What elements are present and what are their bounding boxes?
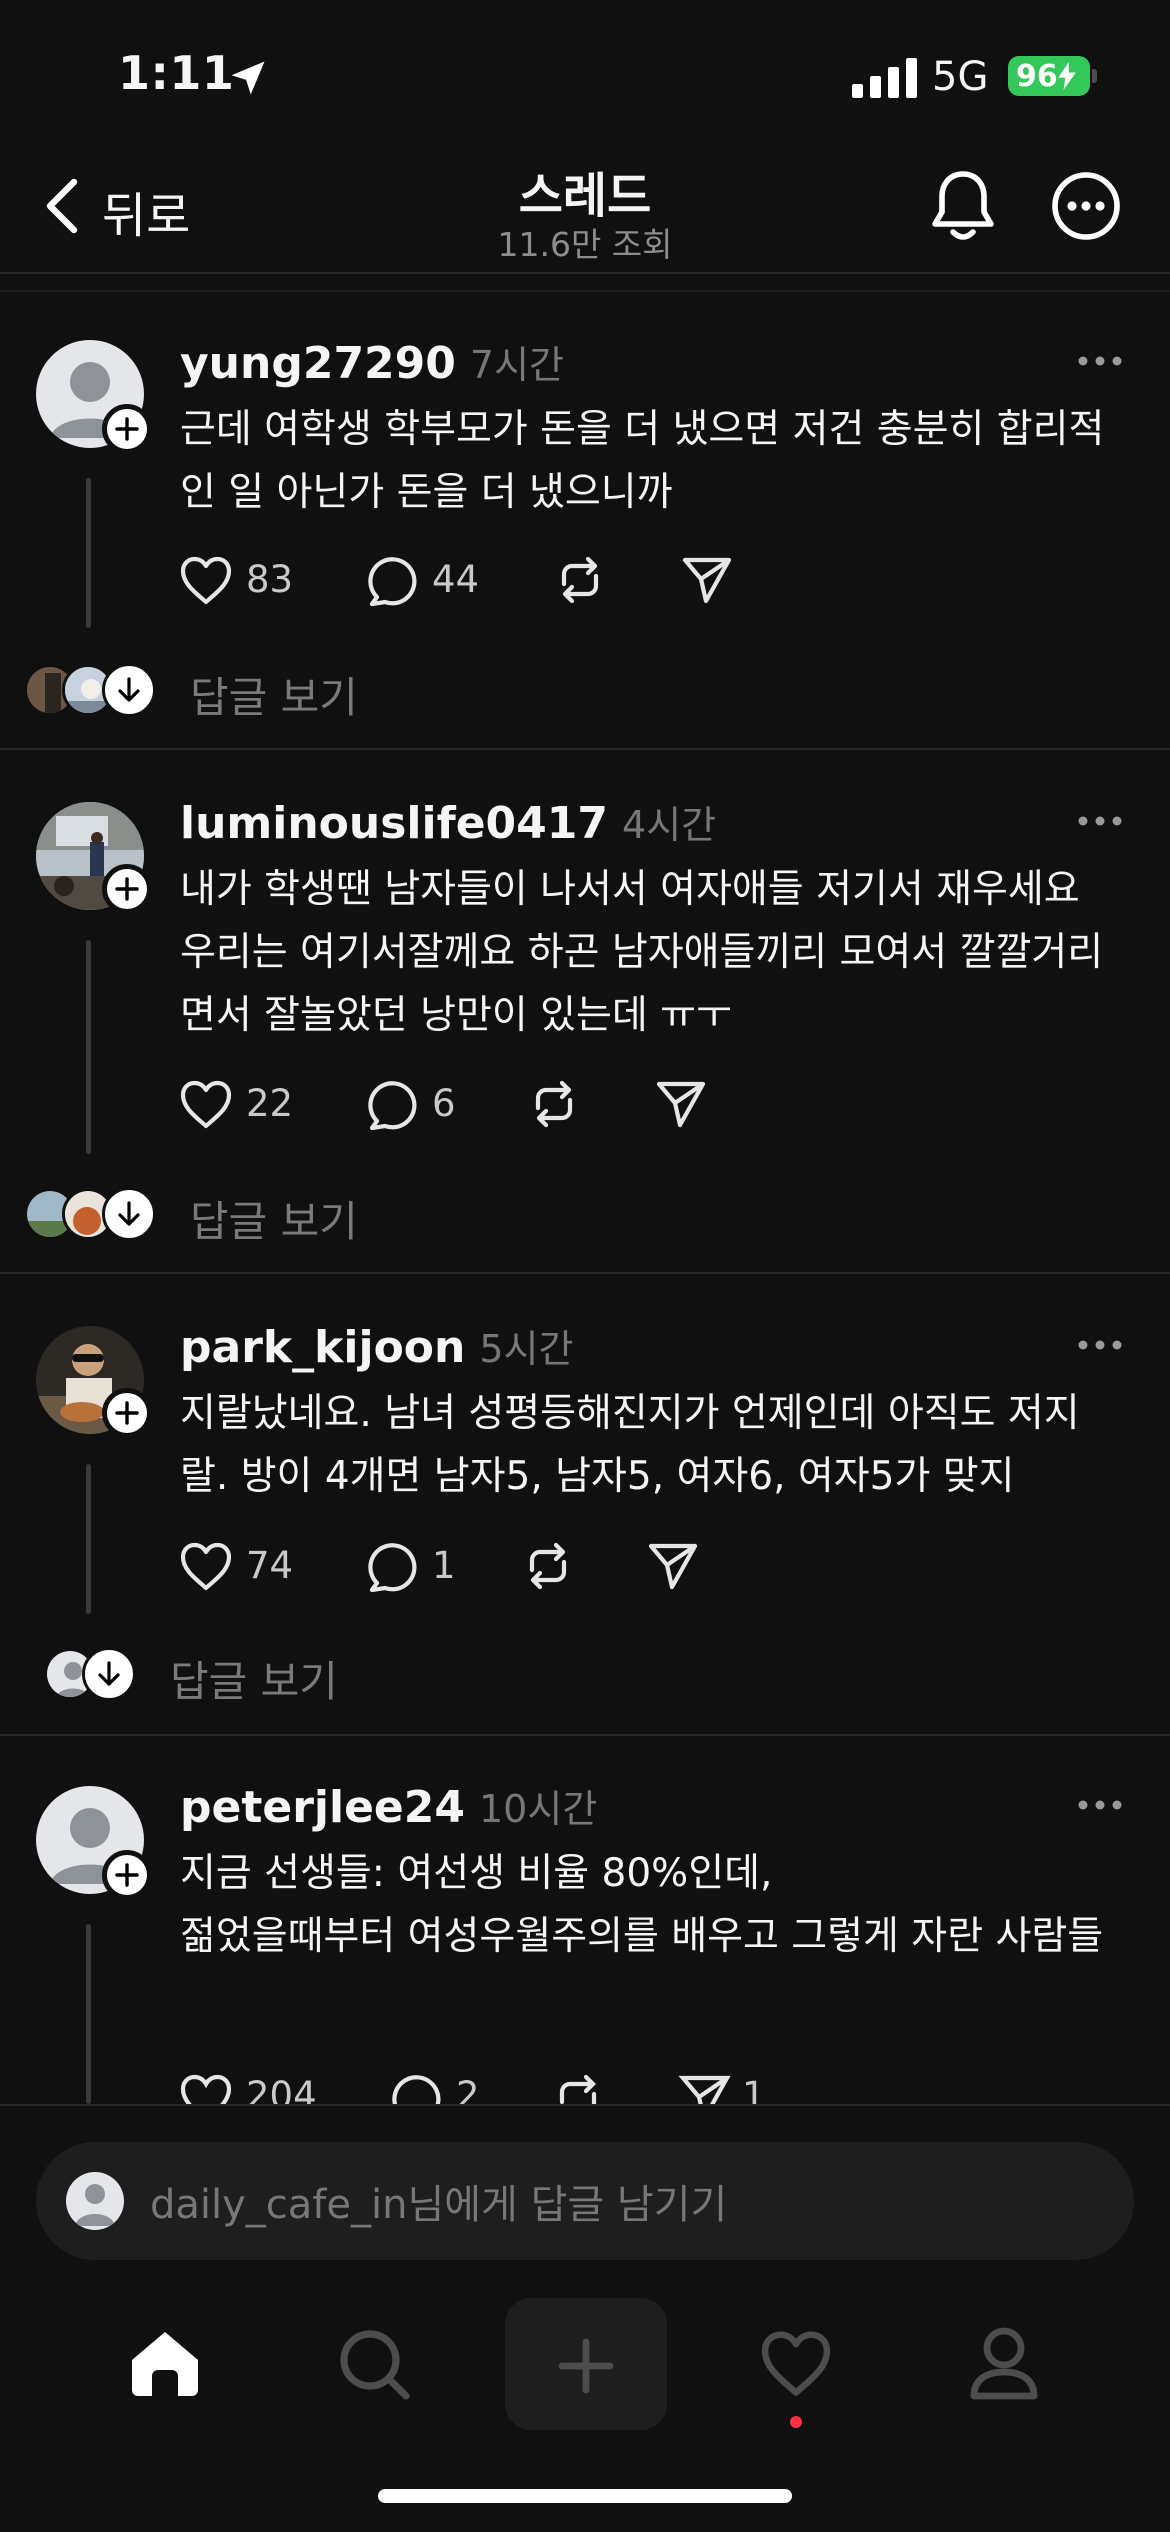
arrow-down-icon <box>118 677 140 702</box>
like-count: 204 <box>246 2074 317 2104</box>
post-text: 내가 학생땐 남자들이 나서서 여자애들 저기서 재우세요 우리는 여기서잘께요… <box>180 867 1104 1038</box>
follow-plus-button[interactable] <box>102 1388 152 1438</box>
activity-icon[interactable] <box>758 2328 834 2398</box>
arrow-down-icon <box>98 1661 120 1686</box>
repost-icon[interactable] <box>526 1076 582 1132</box>
comment-icon[interactable] <box>366 1540 420 1594</box>
thread-line <box>86 478 91 628</box>
reply-placeholder[interactable]: daily_cafe_in님에게 답글 남기기 <box>150 2172 727 2230</box>
comment-icon[interactable] <box>366 1078 420 1132</box>
post-header: luminouslife0417 4시간 <box>180 794 716 849</box>
bell-icon[interactable] <box>928 168 998 244</box>
header-divider-secondary <box>0 290 1170 292</box>
profile-icon[interactable] <box>966 2324 1042 2404</box>
status-time: 1:11 <box>118 46 235 100</box>
comment-icon[interactable] <box>390 2072 444 2104</box>
new-post-icon <box>558 2338 614 2394</box>
like-icon[interactable] <box>178 1540 234 1592</box>
network-type: 5G <box>932 54 989 100</box>
view-replies-link[interactable]: 답글 보기 <box>190 1188 358 1249</box>
plus-icon <box>115 417 139 441</box>
post-time: 7시간 <box>469 343 565 387</box>
plus-icon <box>115 1863 139 1887</box>
post-actions-clipped: 204 2 1 <box>0 2060 1170 2104</box>
username[interactable]: luminouslife0417 <box>180 798 608 849</box>
battery-level: 96 <box>1016 58 1058 94</box>
comment-count: 1 <box>432 1544 456 1587</box>
username[interactable]: peterjlee24 <box>180 1782 465 1833</box>
post-time: 5시간 <box>479 1327 574 1371</box>
post-more-icon[interactable] <box>1076 1338 1124 1352</box>
header-divider <box>0 272 1170 274</box>
activity-notification-dot <box>790 2416 802 2428</box>
post-text: 지랄났네요. 남녀 성평등해진지가 언제인데 아직도 저지랄. 방이 4개면 남… <box>180 1391 1080 1499</box>
post-time: 10시간 <box>479 1787 598 1831</box>
view-replies-link[interactable]: 답글 보기 <box>190 664 358 725</box>
plus-icon <box>115 877 139 901</box>
expand-replies-button[interactable] <box>102 1187 156 1241</box>
follow-plus-button[interactable] <box>102 404 152 454</box>
signal-icon <box>852 58 917 98</box>
share-icon[interactable] <box>654 1078 708 1130</box>
my-avatar <box>66 2172 124 2230</box>
location-arrow-icon <box>231 61 265 95</box>
default-avatar-icon <box>66 2172 124 2230</box>
home-icon[interactable] <box>126 2326 204 2402</box>
thread-line <box>86 1464 91 1614</box>
like-icon[interactable] <box>178 1078 234 1130</box>
share-icon[interactable] <box>680 554 734 606</box>
like-count: 74 <box>246 1544 294 1587</box>
comment-count: 6 <box>432 1082 456 1125</box>
post-divider <box>0 1272 1170 1274</box>
share-count: 1 <box>742 2074 766 2104</box>
repost-icon[interactable] <box>520 1538 576 1594</box>
expand-replies-button[interactable] <box>82 1647 136 1701</box>
share-icon[interactable] <box>678 2072 732 2104</box>
arrow-down-icon <box>118 1201 140 1226</box>
post-time: 4시간 <box>622 803 717 847</box>
username[interactable]: yung27290 <box>180 338 456 389</box>
repost-icon[interactable] <box>552 552 608 608</box>
post-text: 근데 여학생 학부모가 돈을 더 냈으면 저건 충분히 합리적인 일 아닌가 돈… <box>180 407 1105 515</box>
post-header: park_kijoon 5시간 <box>180 1318 573 1373</box>
view-replies-link[interactable]: 답글 보기 <box>170 1648 338 1709</box>
post-header: peterjlee24 10시간 <box>180 1778 597 1833</box>
like-icon[interactable] <box>178 554 234 606</box>
home-indicator <box>378 2489 792 2503</box>
follow-plus-button[interactable] <box>102 864 152 914</box>
username[interactable]: park_kijoon <box>180 1322 465 1373</box>
comment-count: 2 <box>456 2074 480 2104</box>
like-count: 83 <box>246 558 294 601</box>
post-more-icon[interactable] <box>1076 354 1124 368</box>
like-icon[interactable] <box>178 2072 234 2104</box>
post-header: yung27290 7시간 <box>180 334 564 389</box>
plus-icon <box>115 1401 139 1425</box>
battery-indicator: 96 <box>1008 56 1090 96</box>
battery-tip <box>1092 69 1097 83</box>
comment-count: 44 <box>432 558 480 601</box>
follow-plus-button[interactable] <box>102 1850 152 1900</box>
post-more-icon[interactable] <box>1076 1798 1124 1812</box>
post-more-icon[interactable] <box>1076 814 1124 828</box>
charging-bolt-icon <box>1058 62 1076 90</box>
post-divider <box>0 1734 1170 1736</box>
expand-replies-button[interactable] <box>102 663 156 717</box>
more-options-icon[interactable] <box>1050 170 1122 242</box>
post-text-line: 젊었을때부터 여성우월주의를 배우고 그렇게 자란 사람들 <box>180 1914 1104 1959</box>
search-icon[interactable] <box>336 2326 412 2402</box>
post-text-line: 지금 선생들: 여선생 비율 80%인데, <box>180 1851 773 1896</box>
post-divider <box>0 748 1170 750</box>
share-icon[interactable] <box>646 1540 700 1592</box>
like-count: 22 <box>246 1082 294 1125</box>
repost-icon[interactable] <box>550 2070 606 2104</box>
comment-icon[interactable] <box>366 554 420 608</box>
composer-divider <box>0 2104 1170 2106</box>
thread-line <box>86 940 91 1154</box>
